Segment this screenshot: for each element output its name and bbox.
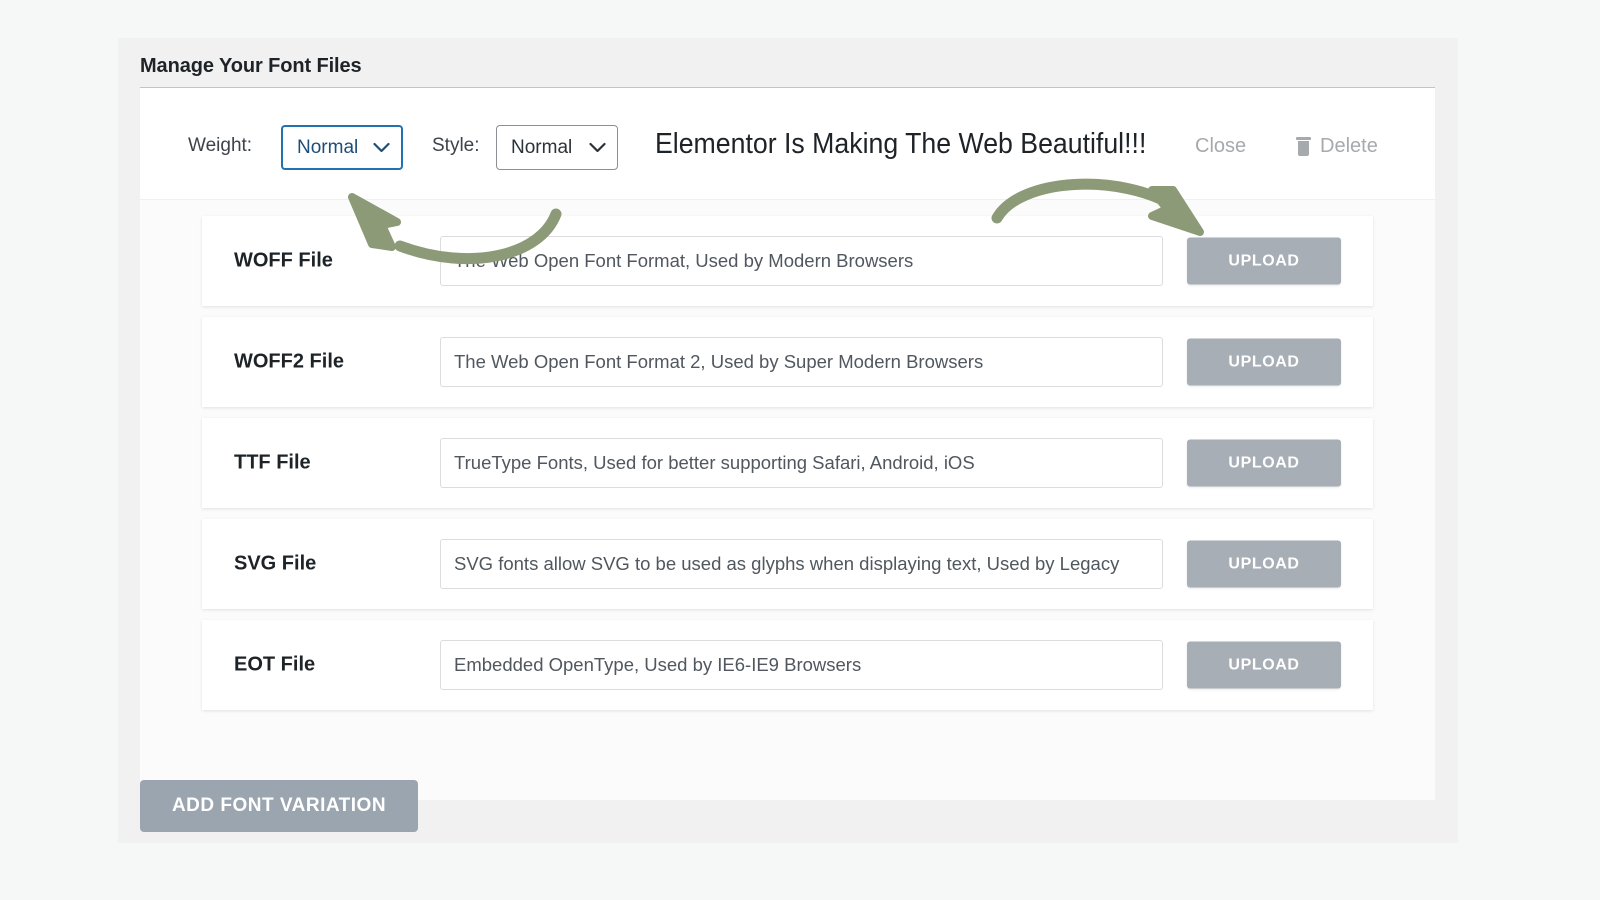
table-row: EOT File UPLOAD (202, 620, 1373, 710)
weight-select-value: Normal (297, 136, 359, 158)
eot-file-input[interactable] (440, 640, 1163, 690)
font-variation-card: Weight: Normal Style: Normal Elementor I… (140, 88, 1435, 800)
row-label-ttf: TTF File (234, 451, 311, 474)
chevron-down-icon (373, 142, 390, 153)
close-button[interactable]: Close (1195, 135, 1246, 158)
table-row: TTF File UPLOAD (202, 418, 1373, 508)
style-label: Style: (432, 135, 480, 156)
delete-button[interactable]: Delete (1296, 135, 1378, 158)
page-title: Manage Your Font Files (140, 55, 362, 77)
add-font-variation-button[interactable]: ADD FONT VARIATION (140, 780, 418, 832)
weight-label: Weight: (188, 135, 253, 156)
table-row: WOFF File UPLOAD (202, 216, 1373, 306)
trash-icon (1296, 137, 1311, 156)
delete-button-label: Delete (1320, 135, 1378, 157)
chevron-down-icon (589, 142, 606, 153)
woff-file-input[interactable] (440, 236, 1163, 286)
row-label-woff: WOFF File (234, 249, 333, 272)
table-row: SVG File UPLOAD (202, 519, 1373, 609)
upload-button-svg[interactable]: UPLOAD (1187, 540, 1341, 588)
row-label-svg: SVG File (234, 552, 317, 575)
row-label-woff2: WOFF2 File (234, 350, 344, 373)
ttf-file-input[interactable] (440, 438, 1163, 488)
font-file-rows: WOFF File UPLOAD WOFF2 File UPLOAD TTF F… (140, 200, 1435, 800)
variation-header: Weight: Normal Style: Normal Elementor I… (140, 88, 1435, 200)
row-label-eot: EOT File (234, 653, 316, 676)
upload-button-woff2[interactable]: UPLOAD (1187, 338, 1341, 386)
upload-button-ttf[interactable]: UPLOAD (1187, 439, 1341, 487)
woff2-file-input[interactable] (440, 337, 1163, 387)
upload-button-woff[interactable]: UPLOAD (1187, 237, 1341, 285)
font-preview-text: Elementor Is Making The Web Beautiful!!! (655, 128, 1147, 160)
style-select-value: Normal (511, 136, 573, 158)
table-row: WOFF2 File UPLOAD (202, 317, 1373, 407)
svg-file-input[interactable] (440, 539, 1163, 589)
weight-select[interactable]: Normal (281, 125, 403, 170)
manage-font-files-panel: Manage Your Font Files Weight: Normal St… (118, 38, 1458, 843)
style-select[interactable]: Normal (496, 125, 618, 170)
upload-button-eot[interactable]: UPLOAD (1187, 641, 1341, 689)
